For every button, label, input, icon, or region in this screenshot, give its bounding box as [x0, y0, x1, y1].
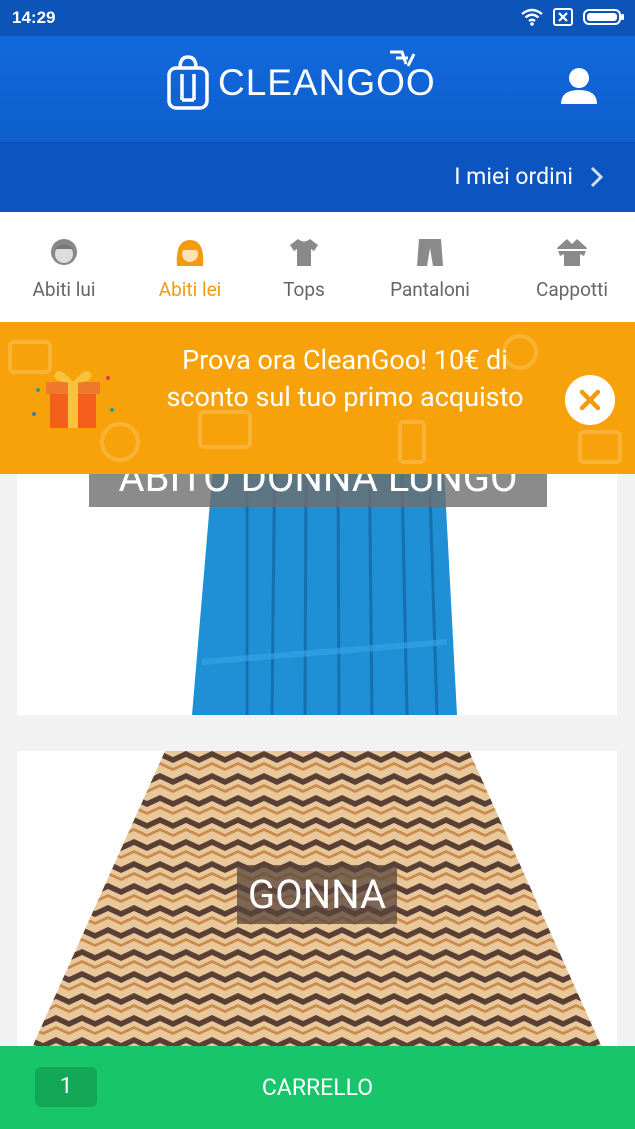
user-icon	[561, 68, 597, 104]
status-time: 14:29	[12, 8, 56, 27]
close-icon	[579, 389, 601, 411]
wifi-icon	[521, 8, 543, 26]
tab-label: Abiti lui	[32, 278, 96, 301]
status-icons	[521, 8, 625, 26]
status-bar: 14:29	[0, 0, 635, 36]
promo-text: Prova ora CleanGoo! 10€ di sconto sul tu…	[166, 344, 524, 413]
product-card-gonna[interactable]: GONNA	[17, 751, 617, 1046]
tab-cappotti[interactable]: Cappotti	[530, 236, 614, 301]
battery-icon	[583, 9, 624, 25]
tab-abiti-lei[interactable]: Abiti lei	[154, 236, 226, 301]
tab-label: Abiti lei	[158, 278, 222, 301]
tab-label: Tops	[283, 278, 325, 301]
cleangoo-logo[interactable]: CLEANGOO	[166, 50, 436, 112]
tab-abiti-lui[interactable]: Abiti lui	[28, 236, 100, 301]
tab-label: Cappotti	[536, 278, 608, 301]
promo-close-button[interactable]	[565, 375, 615, 425]
product-label: GONNA	[237, 865, 397, 924]
my-orders-label: I miei ordini	[454, 163, 573, 190]
tab-label: Pantaloni	[390, 278, 470, 301]
chevron-right-icon	[590, 166, 603, 187]
my-orders-link[interactable]: I miei ordini	[454, 163, 603, 190]
category-tabs: Abiti lui Abiti lei Tops Pantaloni Cappo…	[0, 212, 635, 322]
cart-count-badge: 1	[35, 1067, 97, 1107]
man-face-icon	[51, 239, 77, 265]
no-sim-icon	[553, 8, 573, 26]
tshirt-icon	[290, 239, 318, 266]
app-header: CLEANGOO	[0, 36, 635, 142]
cart-bar[interactable]: CARRELLO 1	[0, 1046, 635, 1129]
promo-banner: Prova ora CleanGoo! 10€ di sconto sul tu…	[0, 322, 635, 474]
coat-icon	[557, 239, 587, 266]
gift-icon	[32, 371, 114, 428]
trousers-icon	[417, 239, 443, 266]
logo-mark-icon	[167, 55, 209, 110]
orders-bar: I miei ordini	[0, 142, 635, 212]
woman-face-icon	[176, 240, 204, 266]
tab-tops[interactable]: Tops	[278, 236, 330, 301]
account-button[interactable]	[559, 66, 599, 106]
scooter-icon	[390, 50, 416, 67]
tab-pantaloni[interactable]: Pantaloni	[384, 236, 476, 301]
